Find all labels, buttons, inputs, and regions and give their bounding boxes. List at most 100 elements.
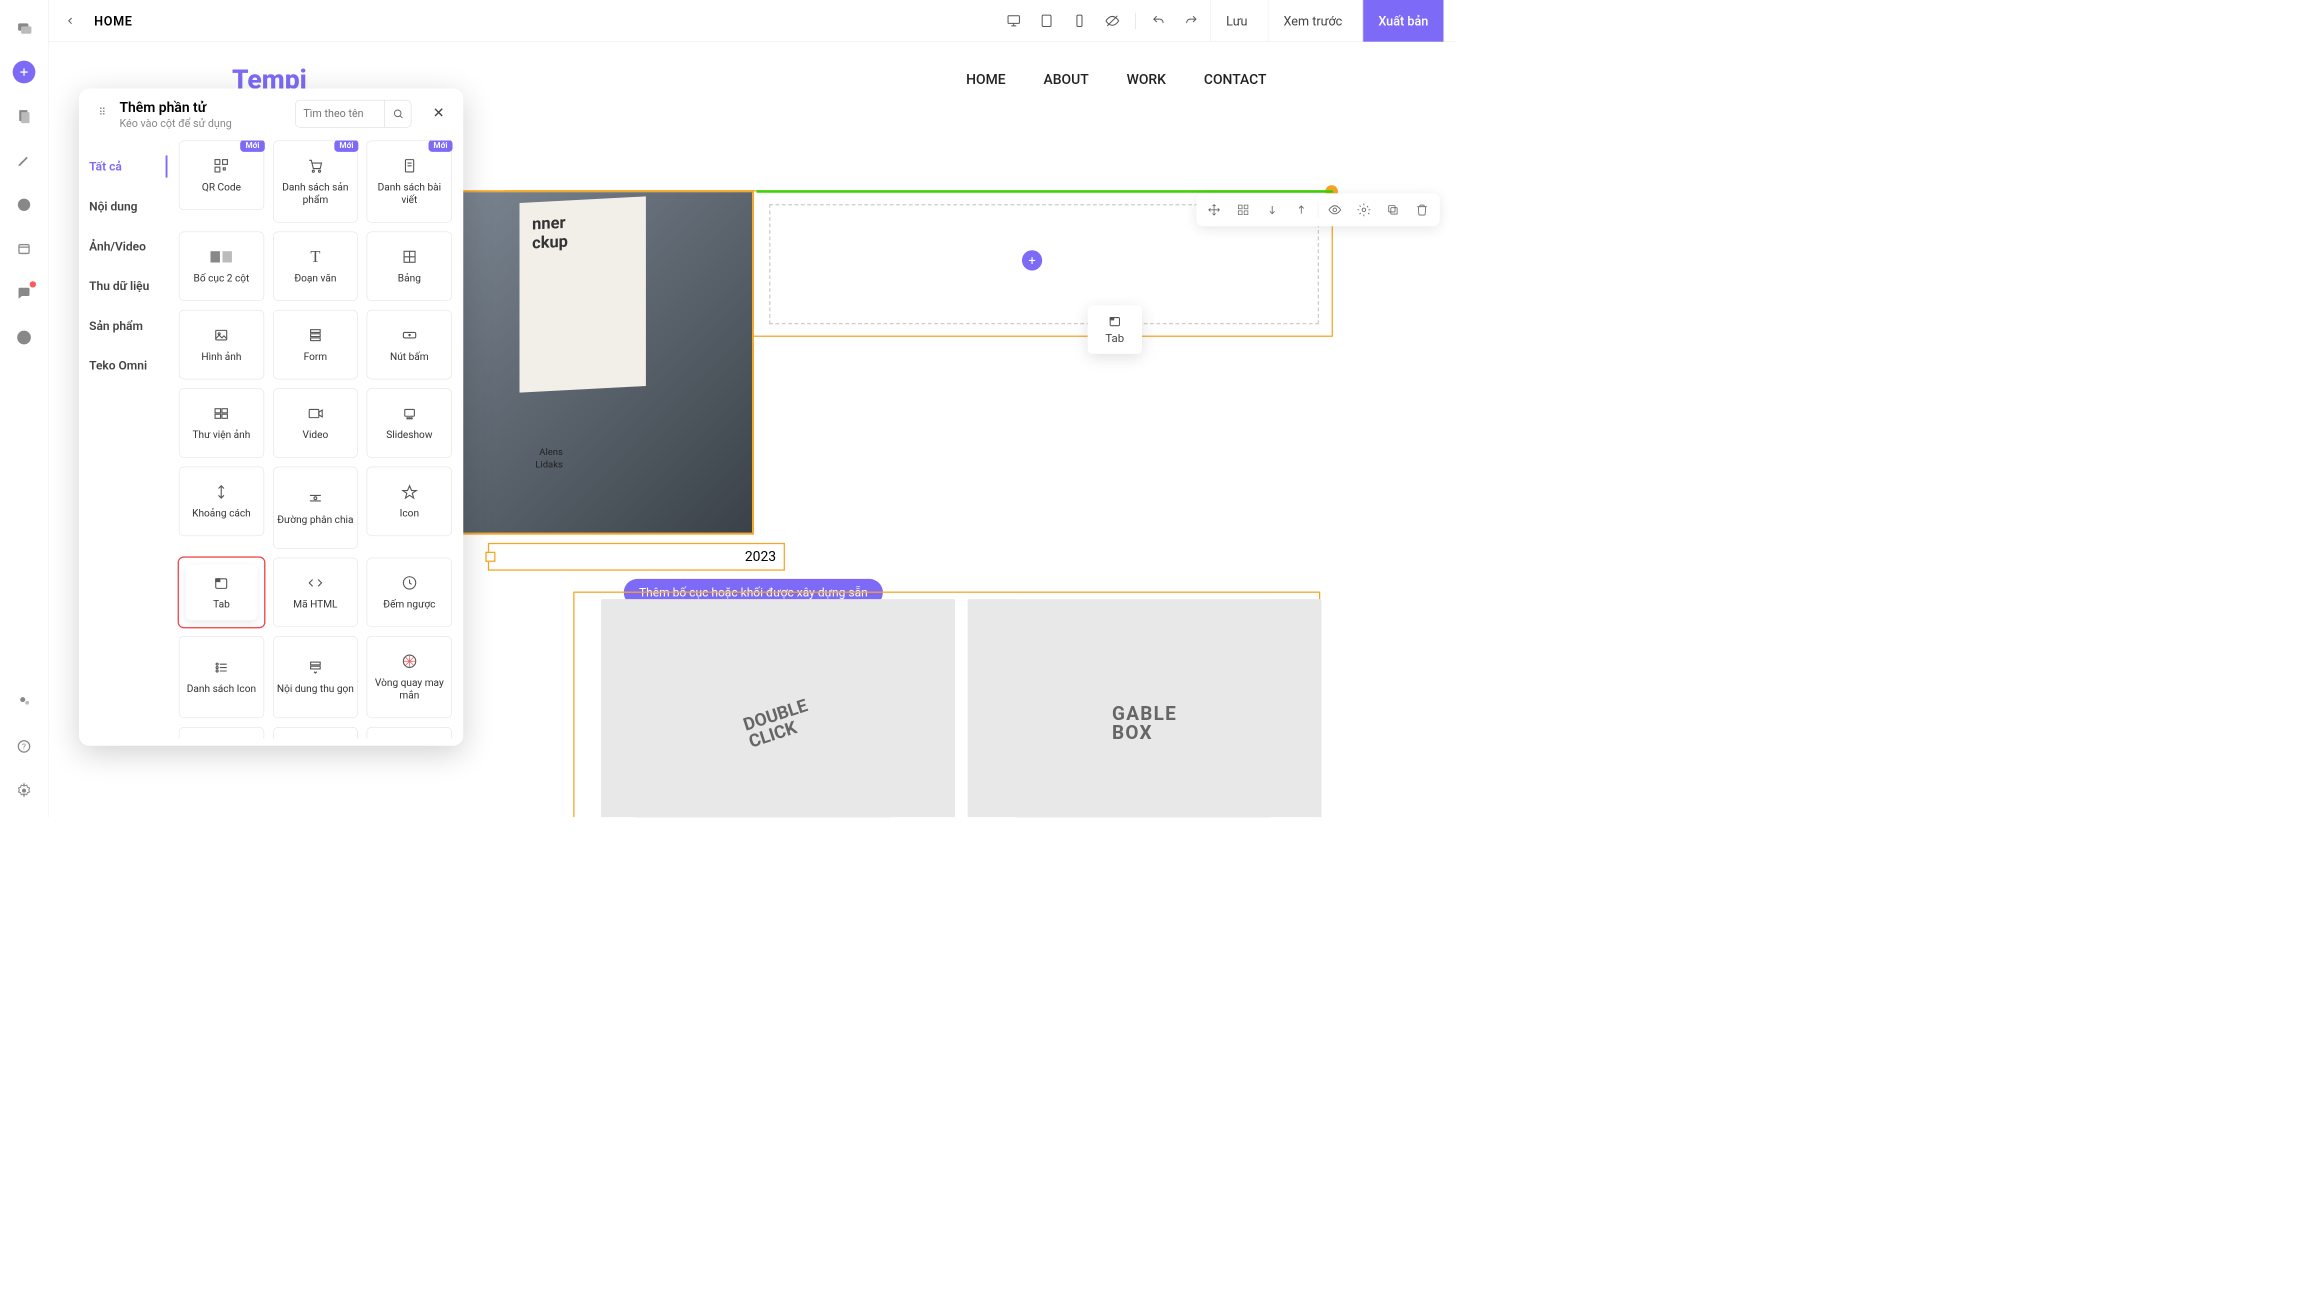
search-input[interactable] (296, 100, 384, 127)
window-icon[interactable] (13, 238, 36, 261)
undo-icon[interactable] (1145, 7, 1173, 35)
redo-icon[interactable] (1177, 7, 1205, 35)
save-button[interactable]: Lưu (1210, 0, 1262, 41)
tile-paragraph[interactable]: T Đoạn văn (273, 231, 358, 301)
year-block[interactable]: 2023 (488, 543, 785, 571)
category-Thu dữ liệu[interactable]: Thu dữ liệu (89, 275, 167, 297)
nav-home[interactable]: HOME (966, 72, 1005, 88)
grid-icon[interactable] (1231, 197, 1256, 222)
icon-icon (401, 483, 417, 501)
tile-label: Hình ảnh (199, 350, 244, 363)
search-box (295, 100, 411, 128)
banner-credit: AlensLidaks (535, 446, 563, 471)
tile-html[interactable]: Mã HTML (273, 557, 358, 627)
mobile-view-icon[interactable] (1066, 7, 1094, 35)
tab-icon (213, 574, 229, 592)
hide-preview-icon[interactable] (1098, 7, 1126, 35)
countdown-icon (401, 574, 417, 592)
tile-list[interactable]: Danh sách (367, 727, 452, 738)
tile-slideshow[interactable]: Slideshow (367, 388, 452, 458)
panel-header: ⠿ Thêm phần tử Kéo vào cột để sử dụng ✕ (79, 88, 463, 135)
spacer-icon (213, 483, 229, 501)
tile-label: Đoạn văn (292, 272, 339, 285)
tile-post-list[interactable]: Danh sách bài viếtMới (367, 140, 452, 222)
product-image-1[interactable]: DOUBLECLICK (601, 599, 955, 817)
settings-icon[interactable] (13, 779, 36, 802)
pen-icon[interactable] (13, 149, 36, 172)
tablet-view-icon[interactable] (1033, 7, 1061, 35)
tile-gallery[interactable]: Thư viện ảnh (179, 388, 264, 458)
tile-icon[interactable]: Icon (367, 466, 452, 536)
tile-label: Khoảng cách (190, 507, 254, 520)
back-button[interactable] (61, 12, 79, 30)
nav-work[interactable]: WORK (1127, 72, 1166, 88)
svg-text:?: ? (22, 743, 26, 753)
arrow-up-icon[interactable] (1289, 197, 1314, 222)
tile-table[interactable]: Bảng (367, 231, 452, 301)
publish-button[interactable]: Xuất bản (1363, 0, 1444, 41)
tile-countdown[interactable]: Đếm ngược (367, 557, 452, 627)
tile-label: Nút bấm (387, 350, 431, 363)
tile-collapse[interactable]: Nội dung thu gọn (273, 636, 358, 718)
analytics-icon[interactable] (13, 326, 36, 349)
tile-qr-code[interactable]: QR CodeMới (179, 140, 264, 210)
product-list-icon (307, 157, 323, 175)
preview-button[interactable]: Xem trước (1268, 0, 1358, 41)
category-Tất cả[interactable]: Tất cả (89, 155, 167, 177)
tile-icon-list[interactable]: Danh sách Icon (179, 636, 264, 718)
tile-divider[interactable]: Đường phân chia (273, 466, 358, 548)
leftbar: ? (0, 0, 49, 817)
tile-social-icon[interactable]: Icon mạng xã (273, 727, 358, 738)
html-icon (307, 574, 323, 592)
category-Sản phẩm[interactable]: Sản phẩm (89, 315, 167, 337)
product-image-2[interactable]: GABLEBOX (968, 599, 1322, 817)
close-icon[interactable]: ✕ (429, 104, 448, 123)
gear-icon[interactable] (1351, 197, 1376, 222)
tile-image[interactable]: Hình ảnh (179, 310, 264, 380)
category-Nội dung[interactable]: Nội dung (89, 195, 167, 217)
nav-contact[interactable]: CONTACT (1204, 72, 1267, 88)
add-block-button[interactable]: + (1022, 250, 1042, 270)
banner-text: nner ckup (520, 196, 646, 392)
product-grid-frame[interactable]: DOUBLECLICK GABLEBOX (573, 592, 1320, 818)
tile-label: Mã HTML (291, 598, 340, 611)
tile-two-col[interactable]: Bố cục 2 cột (179, 231, 264, 301)
tile-tab[interactable]: Tab (179, 557, 264, 627)
copy-icon[interactable] (1380, 197, 1405, 222)
chat-icon[interactable] (13, 282, 36, 305)
category-Ảnh/Video[interactable]: Ảnh/Video (89, 235, 167, 257)
tile-label: Danh sách Icon (184, 683, 258, 696)
site-nav: HOME ABOUT WORK CONTACT (966, 72, 1266, 88)
arrow-down-icon[interactable] (1260, 197, 1285, 222)
tile-map[interactable]: Bản đồ (179, 727, 264, 738)
category-Teko Omni[interactable]: Teko Omni (89, 355, 167, 377)
tile-label: Bảng (395, 272, 423, 285)
nav-about[interactable]: ABOUT (1044, 72, 1089, 88)
move-icon[interactable] (1201, 197, 1226, 222)
panel-title: Thêm phần tử (119, 100, 231, 116)
user-icon[interactable] (13, 691, 36, 714)
tile-label: Vòng quay may mắn (367, 676, 451, 701)
button-icon (401, 326, 417, 344)
tile-form[interactable]: Form (273, 310, 358, 380)
tile-product-list[interactable]: Danh sách sản phẩmMới (273, 140, 358, 222)
desktop-view-icon[interactable] (1000, 7, 1028, 35)
paragraph-icon: T (310, 248, 320, 266)
search-icon[interactable] (384, 100, 411, 127)
tile-label: Tab (211, 598, 233, 611)
tile-button[interactable]: Nút bấm (367, 310, 452, 380)
eye-icon[interactable] (1322, 197, 1347, 222)
palette-icon[interactable] (13, 193, 36, 216)
tile-label: Danh sách bài viết (367, 181, 451, 206)
tile-spacer[interactable]: Khoảng cách (179, 466, 264, 536)
tile-video[interactable]: Video (273, 388, 358, 458)
topbar: HOME Lưu Xem trước Xuất bản (49, 0, 1456, 42)
layers-icon[interactable] (13, 16, 36, 39)
trash-icon[interactable] (1409, 197, 1434, 222)
tile-lucky-wheel[interactable]: Vòng quay may mắn (367, 636, 452, 718)
pages-icon[interactable] (13, 105, 36, 128)
add-element-icon[interactable] (13, 61, 36, 84)
help-icon[interactable]: ? (13, 735, 36, 758)
divider-icon (307, 489, 323, 507)
drag-handle-icon[interactable]: ⠿ (94, 104, 110, 120)
